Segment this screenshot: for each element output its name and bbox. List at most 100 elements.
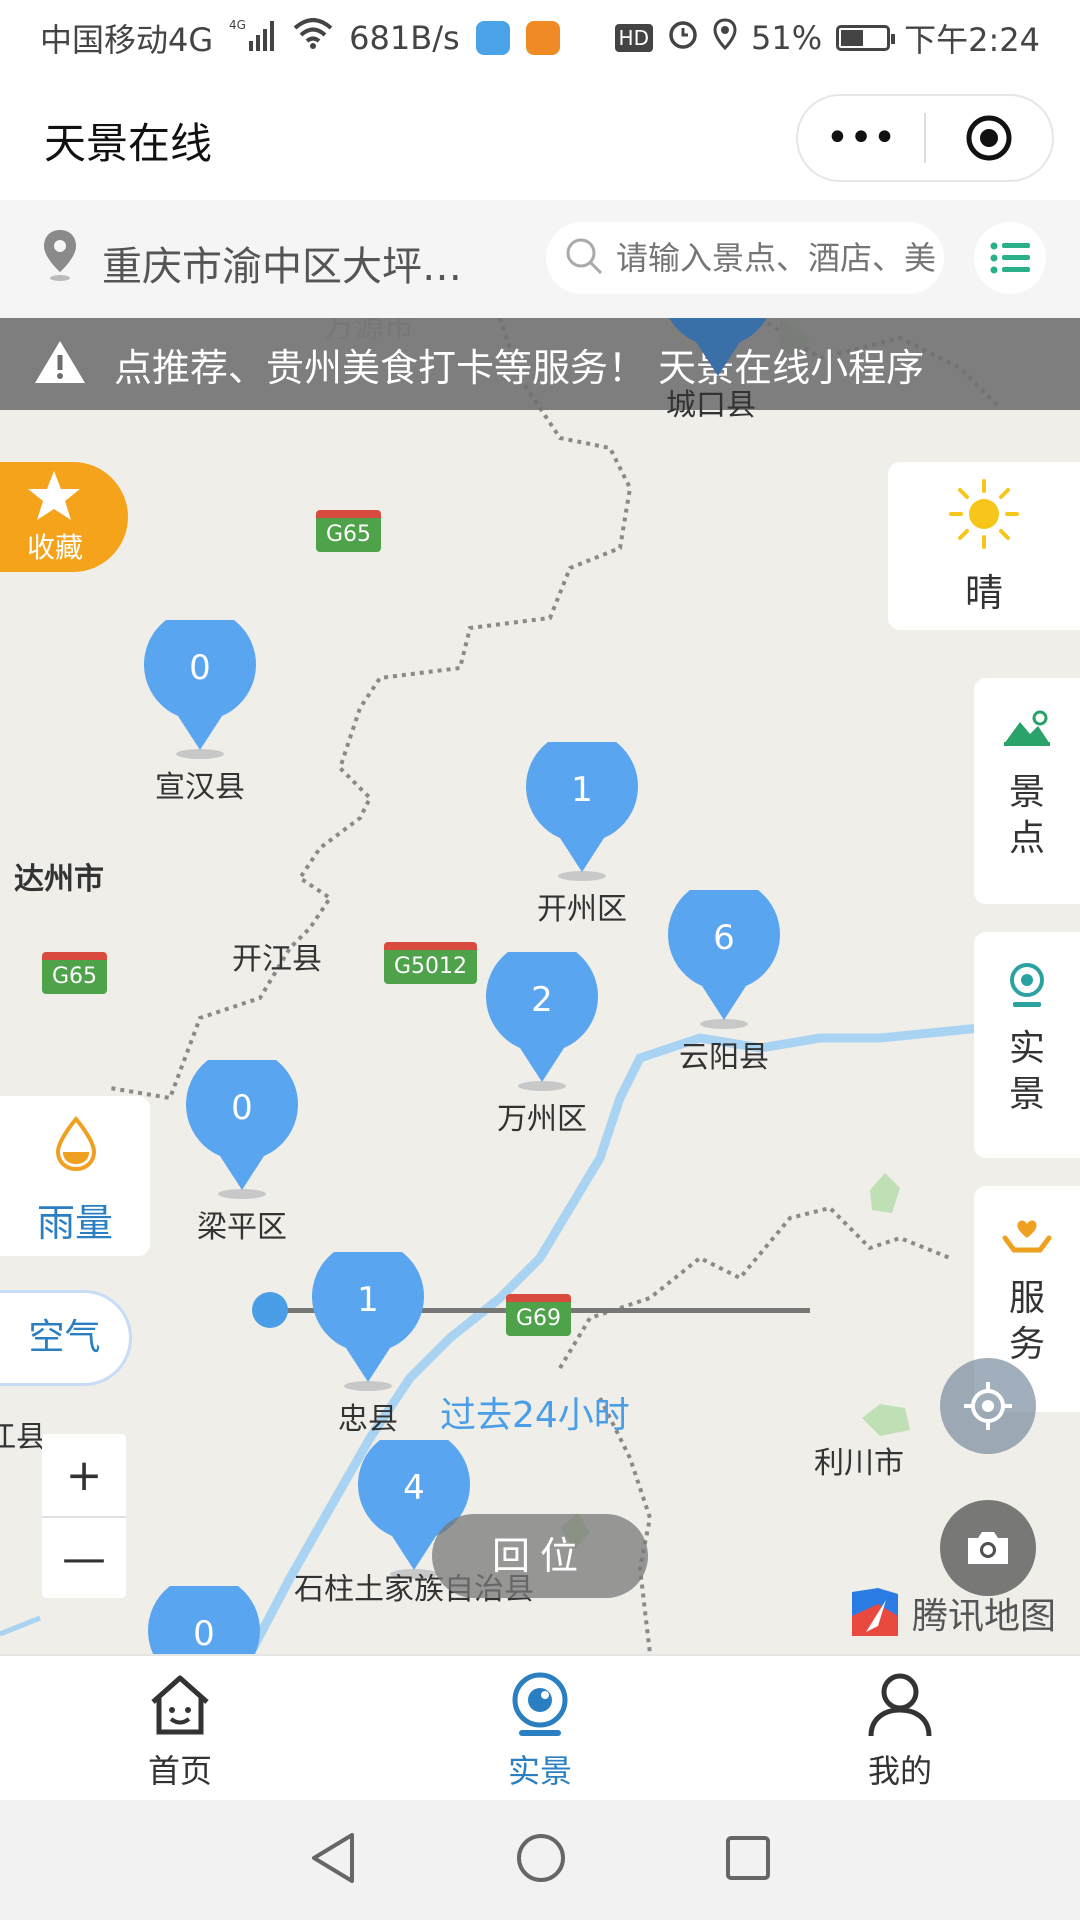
favorite-button[interactable]: 收藏 bbox=[0, 462, 128, 572]
warning-icon bbox=[32, 337, 88, 391]
marker-pin-icon bbox=[312, 1240, 424, 1391]
map-marker[interactable] bbox=[660, 318, 776, 386]
marker-label: 万州区 bbox=[497, 1102, 587, 1137]
back-nav-button[interactable] bbox=[308, 1831, 358, 1889]
page-title: 天景在线 bbox=[44, 119, 213, 168]
back-triangle-icon bbox=[312, 1833, 354, 1883]
recents-nav-button[interactable] bbox=[724, 1834, 772, 1886]
tencent-map-logo: 腾讯地图 bbox=[848, 1586, 1056, 1640]
miniprogram-capsule: ••• bbox=[796, 94, 1054, 182]
reset-position-button[interactable]: 回位 bbox=[432, 1514, 648, 1598]
tab-home[interactable]: 首页 bbox=[0, 1656, 360, 1800]
zoom-in-button[interactable]: + bbox=[42, 1434, 126, 1516]
map-marker[interactable]: 0 bbox=[146, 1574, 262, 1654]
tab-service-label: 服务 bbox=[1008, 1278, 1045, 1365]
svg-text:4G: 4G bbox=[229, 18, 246, 32]
place-label-top: 万源市 bbox=[324, 318, 414, 345]
weather-label: 晴 bbox=[964, 571, 1003, 615]
app-notification-icon bbox=[475, 21, 510, 55]
tencent-map-label: 腾讯地图 bbox=[912, 1596, 1057, 1637]
home-icon bbox=[151, 1675, 209, 1735]
carrier-label: 中国移动4G bbox=[40, 21, 214, 59]
tab-scenic-label: 景点 bbox=[1008, 772, 1045, 859]
map-marker[interactable]: 0 梁平区 bbox=[184, 1048, 300, 1245]
tab-live-view-label: 实景 bbox=[507, 1752, 572, 1790]
search-row: 重庆市渝中区大坪… bbox=[0, 200, 1080, 318]
place-label-dazhou: 达州市 bbox=[14, 862, 104, 897]
place-label-left: 江县 bbox=[0, 1420, 46, 1455]
list-menu-button[interactable] bbox=[974, 222, 1046, 294]
uc-browser-icon bbox=[525, 21, 560, 55]
title-bar: 天景在线 ••• bbox=[0, 76, 1080, 200]
marker-pin-icon bbox=[486, 940, 598, 1091]
place-label-lichuan: 利川市 bbox=[814, 1446, 904, 1481]
tab-mine-label: 我的 bbox=[867, 1752, 932, 1790]
marker-pin-icon bbox=[669, 318, 767, 376]
battery-percent: 51% bbox=[751, 19, 823, 57]
current-location[interactable]: 重庆市渝中区大坪… bbox=[102, 234, 462, 292]
marker-count: 0 bbox=[189, 648, 211, 688]
time-slider-knob[interactable] bbox=[252, 1292, 288, 1328]
locate-button[interactable] bbox=[940, 1358, 1036, 1454]
marker-pin-icon bbox=[668, 878, 780, 1029]
marker-count: 4 bbox=[403, 1468, 425, 1508]
crosshair-icon bbox=[964, 1382, 1012, 1430]
highway-shield-g65: G65 bbox=[42, 952, 108, 994]
user-icon bbox=[868, 1673, 932, 1737]
marker-label: 开州区 bbox=[537, 892, 627, 927]
marker-count: 1 bbox=[357, 1280, 379, 1320]
signal-icon: 4G bbox=[229, 17, 277, 59]
tab-live[interactable]: 实景 bbox=[974, 932, 1080, 1158]
place-label-kaijiang: 开江县 bbox=[232, 942, 322, 977]
close-target-icon bbox=[966, 115, 1012, 161]
air-quality-button[interactable]: 空气 bbox=[0, 1290, 132, 1386]
search-icon bbox=[564, 236, 604, 280]
tencent-map-icon bbox=[852, 1588, 898, 1636]
zoom-out-button[interactable]: — bbox=[42, 1516, 126, 1598]
highway-shield-g69: G69 bbox=[506, 1294, 572, 1336]
close-button[interactable] bbox=[926, 96, 1052, 180]
battery-fill bbox=[841, 30, 864, 46]
tab-scenic[interactable]: 景点 bbox=[974, 678, 1080, 904]
system-nav-bar bbox=[0, 1800, 1080, 1920]
map-marker[interactable]: 1 开州区 bbox=[524, 730, 640, 927]
tab-mine[interactable]: 我的 bbox=[720, 1656, 1080, 1800]
highway-shield-g65: G65 bbox=[316, 510, 382, 552]
wifi-icon bbox=[293, 18, 333, 58]
tab-live-view[interactable]: 实景 bbox=[360, 1656, 720, 1800]
search-input[interactable] bbox=[616, 239, 936, 277]
map-marker[interactable]: 6 云阳县 bbox=[666, 878, 782, 1075]
more-button[interactable]: ••• bbox=[798, 96, 924, 180]
search-box[interactable] bbox=[546, 222, 944, 294]
hd-icon: HD bbox=[614, 24, 653, 52]
net-speed: 681B/s bbox=[349, 19, 460, 57]
marker-count: 6 bbox=[713, 918, 735, 958]
status-bar: 中国移动4G 4G 681B/s HD 51% 下午2:24 bbox=[0, 0, 1080, 76]
weather-card[interactable]: 晴 bbox=[888, 462, 1080, 630]
alarm-icon bbox=[667, 18, 699, 58]
map-marker[interactable]: 0 宣汉县 bbox=[142, 608, 258, 805]
list-icon bbox=[990, 242, 1030, 274]
map-marker[interactable]: 2 万州区 bbox=[484, 940, 600, 1137]
marker-label: 宣汉县 bbox=[155, 770, 245, 805]
marker-count: 1 bbox=[571, 770, 593, 810]
marker-count: 0 bbox=[231, 1088, 253, 1128]
time-range-label: 过去24小时 bbox=[440, 1395, 630, 1436]
location-icon bbox=[713, 18, 737, 58]
recents-square-icon bbox=[726, 1836, 770, 1880]
camera-icon bbox=[968, 1532, 1008, 1564]
favorite-label: 收藏 bbox=[26, 531, 83, 564]
notice-text: 点推荐、贵州美食打卡等服务！ 天景在线小程序 bbox=[114, 345, 925, 390]
home-nav-button[interactable] bbox=[514, 1831, 568, 1889]
clock: 下午2:24 bbox=[904, 21, 1040, 59]
heart-hand-icon bbox=[1002, 1220, 1052, 1253]
map-view[interactable]: 点推荐、贵州美食打卡等服务！ 天景在线小程序 万源市 城口县 达州市 开江县 利… bbox=[0, 318, 1080, 1654]
rain-button[interactable]: 雨量 bbox=[0, 1096, 150, 1256]
notice-bar: 点推荐、贵州美食打卡等服务！ 天景在线小程序 bbox=[0, 318, 1080, 410]
tab-home-label: 首页 bbox=[147, 1752, 212, 1790]
marker-pin-icon bbox=[144, 608, 256, 759]
camera-button[interactable] bbox=[940, 1500, 1036, 1596]
map-marker[interactable]: 1 忠县 bbox=[310, 1240, 426, 1437]
mountain-icon bbox=[1004, 710, 1050, 746]
rain-label: 雨量 bbox=[36, 1201, 113, 1245]
